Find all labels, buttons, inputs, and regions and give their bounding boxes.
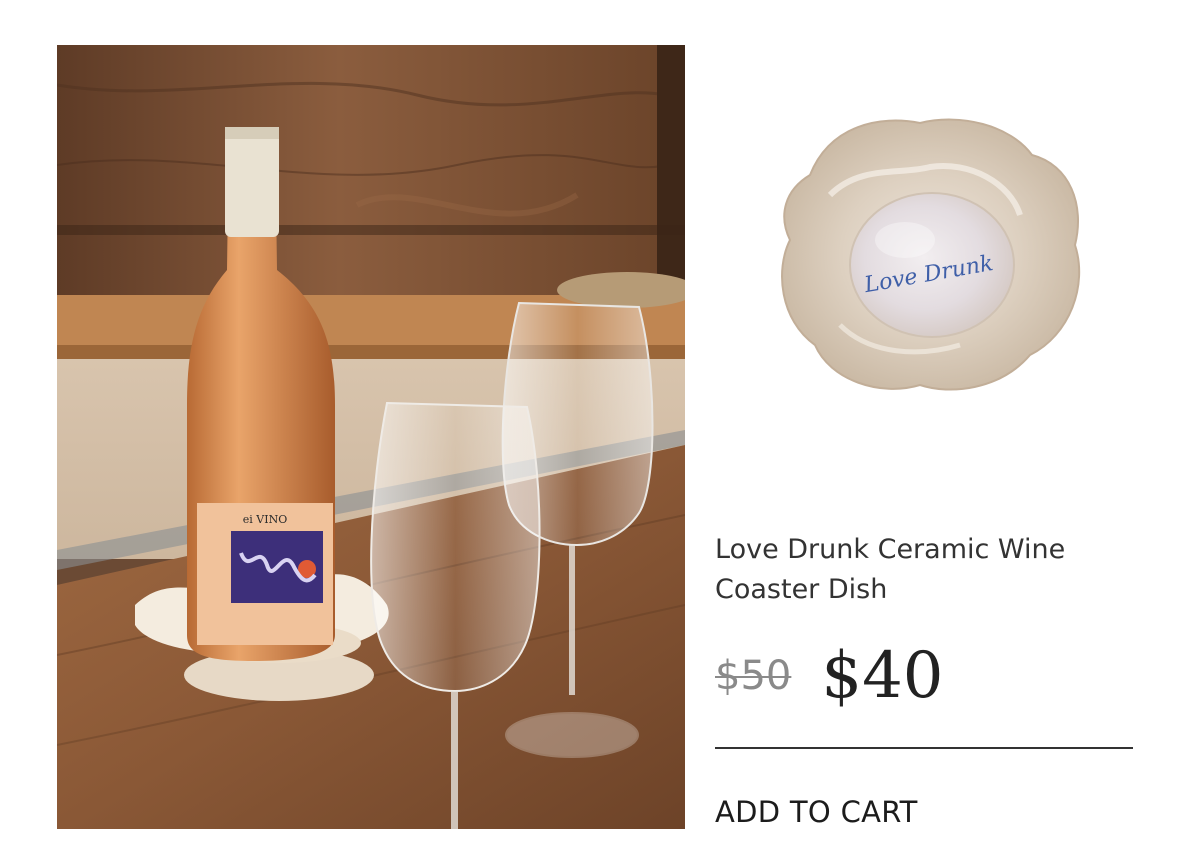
price-row: $50 $40 xyxy=(715,636,944,716)
divider xyxy=(715,747,1133,749)
sale-price: $40 xyxy=(821,639,944,713)
product-title: Love Drunk Ceramic Wine Coaster Dish xyxy=(715,534,1066,605)
lifestyle-scene: ei VINO xyxy=(57,45,685,829)
add-to-cart-button[interactable]: ADD TO CART xyxy=(715,795,918,829)
product-thumbnail[interactable]: Love Drunk xyxy=(770,105,1092,405)
original-price: $50 xyxy=(715,653,792,699)
bottle-brand-text: ei VINO xyxy=(243,513,287,526)
product-lifestyle-image[interactable]: ei VINO xyxy=(57,45,685,829)
coaster-dish-photo: Love Drunk xyxy=(781,118,1081,391)
